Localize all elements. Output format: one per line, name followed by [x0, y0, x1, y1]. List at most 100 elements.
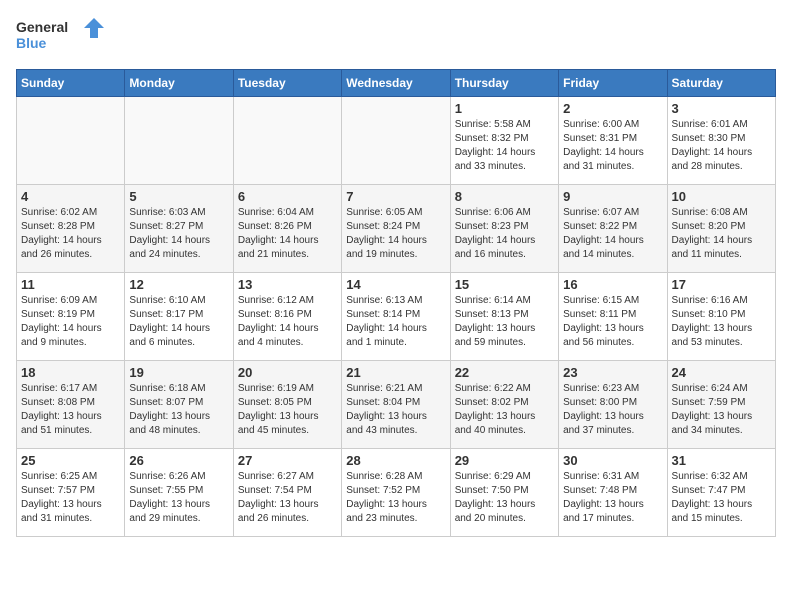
calendar-cell: 25 Sunrise: 6:25 AM Sunset: 7:57 PM Dayli…: [17, 448, 125, 536]
calendar-header: SundayMondayTuesdayWednesdayThursdayFrid…: [17, 69, 776, 96]
day-info: Sunrise: 6:25 AM Sunset: 7:57 PM Dayligh…: [21, 470, 120, 526]
calendar-cell: 16 Sunrise: 6:15 AM Sunset: 8:11 PM Dayli…: [559, 272, 667, 360]
calendar-week-row: 18Sunrise: 6:17 AM Sunset: 8:08 PM Dayli…: [17, 360, 776, 448]
calendar-cell: 17Sunrise: 6:16 AM Sunset: 8:10 PM Dayli…: [667, 272, 775, 360]
weekday-header: Sunday: [17, 69, 125, 96]
calendar-week-row: 25 Sunrise: 6:25 AM Sunset: 7:57 PM Dayli…: [17, 448, 776, 536]
day-number: 9: [563, 189, 662, 204]
calendar-cell: [17, 96, 125, 184]
day-info: Sunrise: 6:05 AM Sunset: 8:24 PM Dayligh…: [346, 206, 445, 262]
day-info: Sunrise: 6:32 AM Sunset: 7:47 PM Dayligh…: [672, 470, 771, 526]
day-number: 13: [238, 277, 337, 292]
svg-text:General: General: [16, 19, 68, 35]
day-info: Sunrise: 6:28 AM Sunset: 7:52 PM Dayligh…: [346, 470, 445, 526]
calendar-cell: 1 Sunrise: 5:58 AM Sunset: 8:32 PM Daylig…: [450, 96, 558, 184]
calendar-cell: 18Sunrise: 6:17 AM Sunset: 8:08 PM Dayli…: [17, 360, 125, 448]
day-number: 10: [672, 189, 771, 204]
calendar-cell: 2 Sunrise: 6:00 AM Sunset: 8:31 PM Daylig…: [559, 96, 667, 184]
day-number: 5: [129, 189, 228, 204]
calendar-cell: 4 Sunrise: 6:02 AM Sunset: 8:28 PM Daylig…: [17, 184, 125, 272]
calendar-body: 1 Sunrise: 5:58 AM Sunset: 8:32 PM Daylig…: [17, 96, 776, 536]
day-info: Sunrise: 6:26 AM Sunset: 7:55 PM Dayligh…: [129, 470, 228, 526]
calendar-cell: 19 Sunrise: 6:18 AM Sunset: 8:07 PM Dayli…: [125, 360, 233, 448]
day-number: 16: [563, 277, 662, 292]
day-number: 2: [563, 101, 662, 116]
day-info: Sunrise: 5:58 AM Sunset: 8:32 PM Dayligh…: [455, 118, 554, 174]
day-info: Sunrise: 6:04 AM Sunset: 8:26 PM Dayligh…: [238, 206, 337, 262]
day-number: 26: [129, 453, 228, 468]
day-number: 31: [672, 453, 771, 468]
calendar-cell: 3Sunrise: 6:01 AM Sunset: 8:30 PM Daylig…: [667, 96, 775, 184]
day-number: 25: [21, 453, 120, 468]
day-number: 4: [21, 189, 120, 204]
day-info: Sunrise: 6:23 AM Sunset: 8:00 PM Dayligh…: [563, 382, 662, 438]
header-row: SundayMondayTuesdayWednesdayThursdayFrid…: [17, 69, 776, 96]
day-info: Sunrise: 6:09 AM Sunset: 8:19 PM Dayligh…: [21, 294, 120, 350]
calendar-cell: 7 Sunrise: 6:05 AM Sunset: 8:24 PM Daylig…: [342, 184, 450, 272]
day-number: 22: [455, 365, 554, 380]
calendar-cell: 28 Sunrise: 6:28 AM Sunset: 7:52 PM Dayli…: [342, 448, 450, 536]
calendar-cell: 11 Sunrise: 6:09 AM Sunset: 8:19 PM Dayli…: [17, 272, 125, 360]
calendar-table: SundayMondayTuesdayWednesdayThursdayFrid…: [16, 69, 776, 537]
calendar-cell: 30 Sunrise: 6:31 AM Sunset: 7:48 PM Dayli…: [559, 448, 667, 536]
calendar-cell: [342, 96, 450, 184]
weekday-header: Saturday: [667, 69, 775, 96]
day-info: Sunrise: 6:08 AM Sunset: 8:20 PM Dayligh…: [672, 206, 771, 262]
day-number: 15: [455, 277, 554, 292]
page-header: General Blue: [16, 16, 776, 57]
calendar-week-row: 4 Sunrise: 6:02 AM Sunset: 8:28 PM Daylig…: [17, 184, 776, 272]
day-number: 6: [238, 189, 337, 204]
day-number: 20: [238, 365, 337, 380]
day-info: Sunrise: 6:07 AM Sunset: 8:22 PM Dayligh…: [563, 206, 662, 262]
day-info: Sunrise: 6:22 AM Sunset: 8:02 PM Dayligh…: [455, 382, 554, 438]
calendar-cell: 24Sunrise: 6:24 AM Sunset: 7:59 PM Dayli…: [667, 360, 775, 448]
weekday-header: Monday: [125, 69, 233, 96]
calendar-cell: 23Sunrise: 6:23 AM Sunset: 8:00 PM Dayli…: [559, 360, 667, 448]
calendar-cell: 10 Sunrise: 6:08 AM Sunset: 8:20 PM Dayli…: [667, 184, 775, 272]
day-info: Sunrise: 6:31 AM Sunset: 7:48 PM Dayligh…: [563, 470, 662, 526]
calendar-cell: 15Sunrise: 6:14 AM Sunset: 8:13 PM Dayli…: [450, 272, 558, 360]
day-info: Sunrise: 6:03 AM Sunset: 8:27 PM Dayligh…: [129, 206, 228, 262]
day-number: 3: [672, 101, 771, 116]
calendar-cell: 5 Sunrise: 6:03 AM Sunset: 8:27 PM Daylig…: [125, 184, 233, 272]
day-number: 19: [129, 365, 228, 380]
day-info: Sunrise: 6:15 AM Sunset: 8:11 PM Dayligh…: [563, 294, 662, 350]
calendar-cell: [233, 96, 341, 184]
day-number: 7: [346, 189, 445, 204]
day-number: 8: [455, 189, 554, 204]
calendar-cell: 26 Sunrise: 6:26 AM Sunset: 7:55 PM Dayli…: [125, 448, 233, 536]
calendar-cell: 27 Sunrise: 6:27 AM Sunset: 7:54 PM Dayli…: [233, 448, 341, 536]
logo: General Blue: [16, 16, 106, 57]
calendar-cell: 21Sunrise: 6:21 AM Sunset: 8:04 PM Dayli…: [342, 360, 450, 448]
svg-text:Blue: Blue: [16, 35, 47, 51]
day-number: 1: [455, 101, 554, 116]
weekday-header: Wednesday: [342, 69, 450, 96]
day-info: Sunrise: 6:00 AM Sunset: 8:31 PM Dayligh…: [563, 118, 662, 174]
calendar-cell: 20 Sunrise: 6:19 AM Sunset: 8:05 PM Dayli…: [233, 360, 341, 448]
day-info: Sunrise: 6:02 AM Sunset: 8:28 PM Dayligh…: [21, 206, 120, 262]
calendar-cell: 9 Sunrise: 6:07 AM Sunset: 8:22 PM Daylig…: [559, 184, 667, 272]
calendar-cell: 29Sunrise: 6:29 AM Sunset: 7:50 PM Dayli…: [450, 448, 558, 536]
day-number: 14: [346, 277, 445, 292]
calendar-cell: 31 Sunrise: 6:32 AM Sunset: 7:47 PM Dayli…: [667, 448, 775, 536]
day-info: Sunrise: 6:10 AM Sunset: 8:17 PM Dayligh…: [129, 294, 228, 350]
day-number: 28: [346, 453, 445, 468]
day-info: Sunrise: 6:16 AM Sunset: 8:10 PM Dayligh…: [672, 294, 771, 350]
day-number: 27: [238, 453, 337, 468]
day-info: Sunrise: 6:27 AM Sunset: 7:54 PM Dayligh…: [238, 470, 337, 526]
day-info: Sunrise: 6:29 AM Sunset: 7:50 PM Dayligh…: [455, 470, 554, 526]
day-info: Sunrise: 6:06 AM Sunset: 8:23 PM Dayligh…: [455, 206, 554, 262]
day-number: 30: [563, 453, 662, 468]
day-info: Sunrise: 6:24 AM Sunset: 7:59 PM Dayligh…: [672, 382, 771, 438]
logo-svg: General Blue: [16, 16, 106, 52]
day-info: Sunrise: 6:19 AM Sunset: 8:05 PM Dayligh…: [238, 382, 337, 438]
day-info: Sunrise: 6:18 AM Sunset: 8:07 PM Dayligh…: [129, 382, 228, 438]
day-number: 11: [21, 277, 120, 292]
day-info: Sunrise: 6:17 AM Sunset: 8:08 PM Dayligh…: [21, 382, 120, 438]
calendar-cell: 12 Sunrise: 6:10 AM Sunset: 8:17 PM Dayli…: [125, 272, 233, 360]
weekday-header: Friday: [559, 69, 667, 96]
day-number: 12: [129, 277, 228, 292]
weekday-header: Thursday: [450, 69, 558, 96]
calendar-week-row: 1 Sunrise: 5:58 AM Sunset: 8:32 PM Daylig…: [17, 96, 776, 184]
calendar-cell: 8 Sunrise: 6:06 AM Sunset: 8:23 PM Daylig…: [450, 184, 558, 272]
